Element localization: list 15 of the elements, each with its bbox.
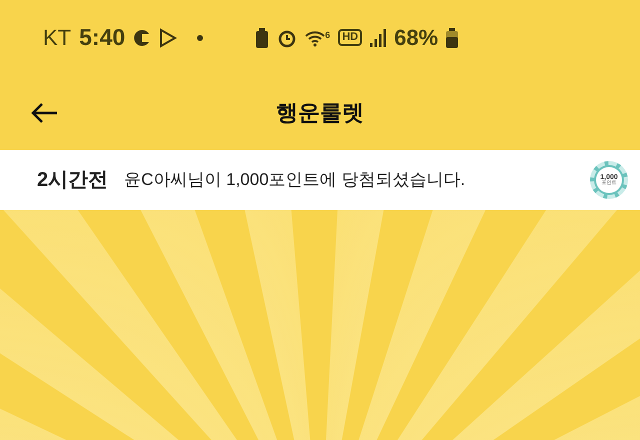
signal-icon [370,28,386,46]
battery-icon [446,28,458,48]
ticker-time: 2시간전 [37,168,108,193]
page-title: 행운룰렛 [276,99,364,127]
clock-time: 5:40 [79,23,126,52]
wifi-generation-label: 6 [325,28,330,42]
battery-percent: 68% [394,24,438,52]
ticker-message: 윤C아씨님이 1,000포인트에 당첨되셨습니다. [124,169,466,192]
wifi-icon [305,28,326,46]
dot-icon [197,34,204,40]
play-triangle-icon [159,28,178,48]
back-arrow-icon[interactable] [30,102,58,124]
battery-saver-icon [255,28,270,48]
carrier-label: KT [43,24,72,52]
hd-indicator: HD [338,29,362,46]
